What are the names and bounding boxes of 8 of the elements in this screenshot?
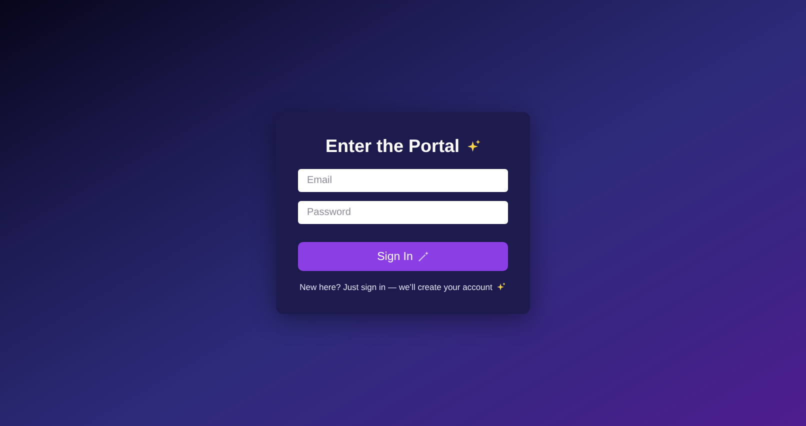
sparkles-icon <box>496 282 506 292</box>
email-field[interactable]: Email <box>298 169 508 192</box>
login-title: Enter the Portal <box>325 136 460 157</box>
magic-wand-icon <box>418 251 429 262</box>
sign-in-button[interactable]: Sign In <box>298 242 508 271</box>
signup-note: New here? Just sign in — we’ll create your account <box>300 282 492 292</box>
sparkles-icon <box>466 139 481 154</box>
password-field[interactable]: Password <box>298 201 508 224</box>
